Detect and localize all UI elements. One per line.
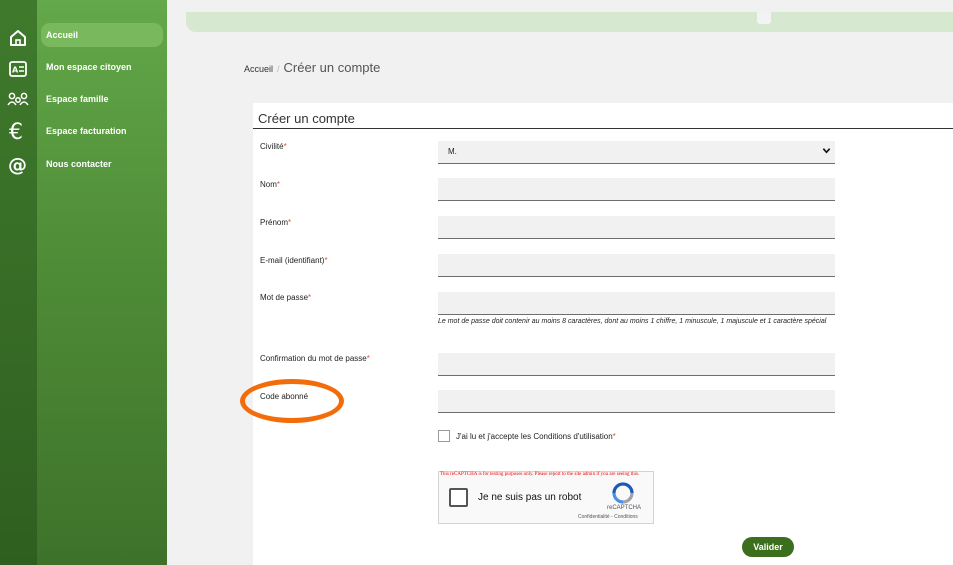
civility-selected-value: M. — [448, 147, 457, 156]
email-input[interactable] — [438, 254, 835, 277]
breadcrumb-current: Créer un compte — [283, 60, 381, 75]
form-title: Créer un compte — [258, 111, 355, 126]
svg-text:€: € — [9, 120, 23, 142]
terms-label[interactable]: J'ai lu et j'accepte les Conditions d'ut… — [456, 432, 616, 441]
id-card-icon[interactable]: A — [6, 57, 30, 81]
email-label: E-mail (identifiant)* — [260, 256, 328, 265]
header-banner — [186, 12, 953, 32]
password-label: Mot de passe* — [260, 293, 312, 302]
password-confirm-label: Confirmation du mot de passe* — [260, 354, 370, 363]
submit-button[interactable]: Valider — [742, 537, 794, 557]
terms-checkbox[interactable] — [438, 430, 450, 442]
title-divider — [253, 128, 953, 129]
first-name-input[interactable] — [438, 216, 835, 239]
svg-text:@: @ — [8, 154, 27, 175]
icon-bar: A € @ — [0, 0, 37, 565]
euro-icon[interactable]: € — [6, 119, 30, 143]
banner-tab — [757, 12, 771, 24]
subscriber-code-input[interactable] — [438, 390, 835, 413]
sidebar-item-mon-espace-citoyen[interactable]: Mon espace citoyen — [41, 55, 163, 79]
sidebar-item-nous-contacter[interactable]: Nous contacter — [41, 152, 163, 176]
breadcrumb: Accueil / Créer un compte — [244, 60, 380, 75]
chevron-down-icon — [822, 146, 831, 157]
breadcrumb-separator: / — [277, 64, 280, 74]
password-confirm-input[interactable] — [438, 353, 835, 376]
home-icon[interactable] — [6, 26, 30, 50]
recaptcha-checkbox[interactable] — [449, 488, 468, 507]
recaptcha-links[interactable]: Confidentialité - Conditions — [578, 514, 638, 520]
first-name-label: Prénom* — [260, 218, 292, 227]
recaptcha-brand: reCAPTCHA — [607, 505, 642, 511]
civility-select[interactable]: M. — [438, 141, 835, 164]
sidebar-item-espace-famille[interactable]: Espace famille — [41, 87, 163, 111]
last-name-label: Nom* — [260, 180, 281, 189]
sidebar-item-espace-facturation[interactable]: Espace facturation — [41, 119, 163, 143]
last-name-input[interactable] — [438, 178, 835, 201]
annotation-circle — [240, 379, 344, 423]
recaptcha-warning: This reCAPTCHA is for testing purposes o… — [440, 472, 640, 477]
svg-text:A: A — [12, 66, 19, 75]
sidebar-item-accueil[interactable]: Accueil — [41, 23, 163, 47]
breadcrumb-home-link[interactable]: Accueil — [244, 64, 273, 74]
recaptcha-widget: This reCAPTCHA is for testing purposes o… — [438, 471, 654, 524]
password-hint: Le mot de passe doit contenir au moins 8… — [438, 318, 827, 325]
form-panel: Créer un compte Civilité* M. Nom* Prénom… — [253, 103, 953, 565]
recaptcha-label: Je ne suis pas un robot — [478, 492, 582, 503]
civility-label: Civilité* — [260, 142, 287, 151]
sidebar-nav: Accueil Mon espace citoyen Espace famill… — [37, 0, 167, 565]
at-icon[interactable]: @ — [6, 152, 30, 176]
password-input[interactable] — [438, 292, 835, 315]
family-icon[interactable] — [6, 88, 30, 112]
